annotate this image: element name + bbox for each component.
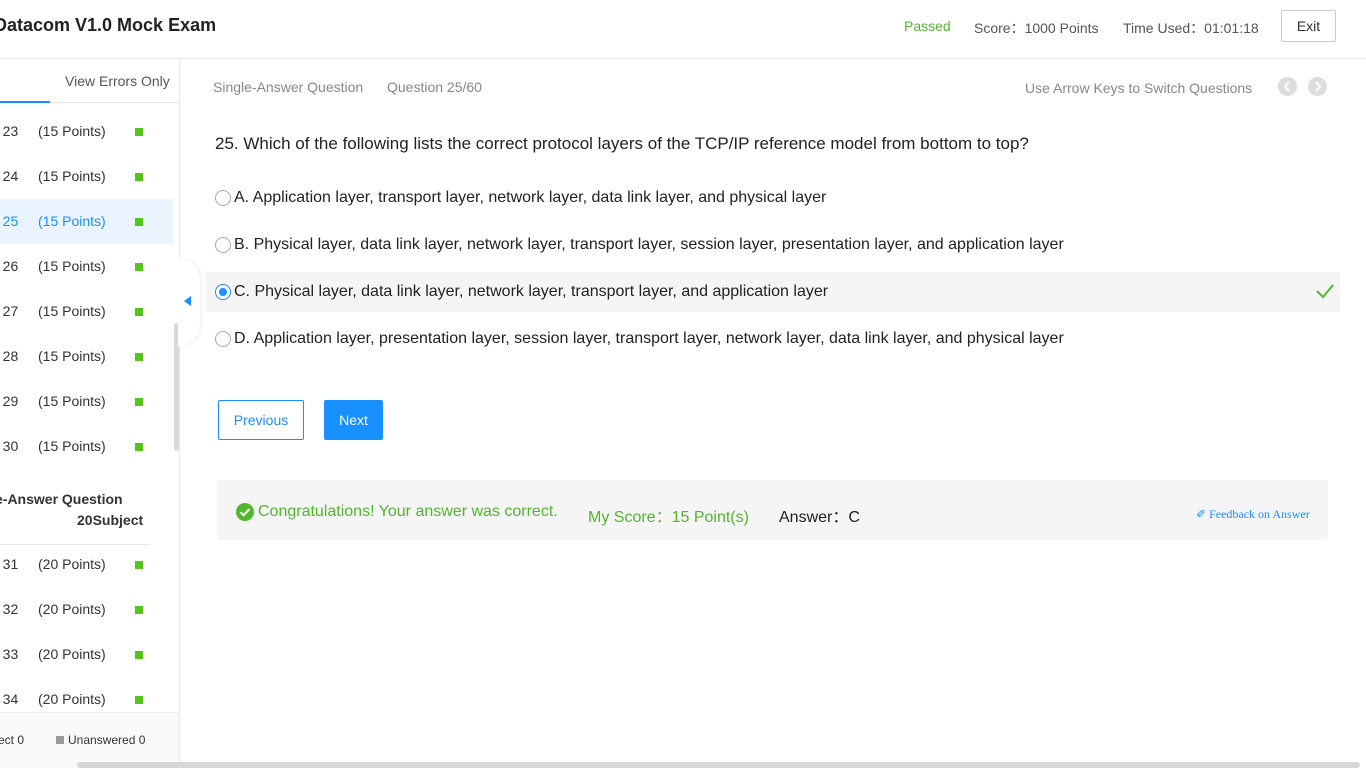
sidebar-footer: ect 0 Unanswered 0 bbox=[0, 712, 179, 768]
question-item-name: n 25 bbox=[0, 213, 19, 229]
answered-mark-icon bbox=[135, 398, 143, 406]
option-c[interactable]: C. Physical layer, data link layer, netw… bbox=[205, 272, 1340, 312]
question-type: Single-Answer Question bbox=[213, 79, 364, 95]
question-item-31[interactable]: n 31 (20 Points) bbox=[0, 542, 173, 587]
question-item-27[interactable]: n 27 (15 Points) bbox=[0, 289, 173, 334]
footer-unanswered-count: Unanswered 0 bbox=[68, 733, 146, 747]
question-progress: Question 25/60 bbox=[387, 79, 482, 95]
section-count: 20Subject bbox=[77, 512, 144, 528]
question-item-points: (15 Points) bbox=[38, 348, 106, 364]
sidebar-collapse-button[interactable] bbox=[178, 258, 200, 346]
question-item-33[interactable]: n 33 (20 Points) bbox=[0, 632, 173, 677]
feedback-label: Feedback on Answer bbox=[1209, 507, 1310, 521]
correct-check-icon bbox=[1315, 282, 1335, 305]
answered-mark-icon bbox=[135, 353, 143, 361]
check-circle-icon bbox=[236, 503, 254, 526]
question-item-points: (20 Points) bbox=[38, 646, 106, 662]
option-b[interactable]: B. Physical layer, data link layer, netw… bbox=[205, 225, 1340, 265]
top-bar: Datacom V1.0 Mock Exam Passed Score：1000… bbox=[0, 0, 1366, 59]
question-text: 25. Which of the following lists the cor… bbox=[215, 134, 1029, 153]
question-item-points: (20 Points) bbox=[38, 691, 106, 707]
sidebar-tabs: View Errors Only bbox=[0, 59, 179, 103]
answered-mark-icon bbox=[135, 443, 143, 451]
question-item-name: n 24 bbox=[0, 168, 19, 184]
question-item-28[interactable]: n 28 (15 Points) bbox=[0, 334, 173, 379]
question-item-29[interactable]: n 29 (15 Points) bbox=[0, 379, 173, 424]
option-d[interactable]: D. Application layer, presentation layer… bbox=[205, 319, 1340, 359]
question-item-name: n 23 bbox=[0, 123, 19, 139]
option-text: D. Application layer, presentation layer… bbox=[234, 330, 1064, 347]
question-item-name: n 34 bbox=[0, 691, 19, 707]
radio-button[interactable] bbox=[215, 190, 231, 206]
answered-mark-icon bbox=[135, 561, 143, 569]
unanswered-legend-icon bbox=[56, 736, 64, 744]
section-header: e-Answer Question 20Subject bbox=[0, 489, 150, 545]
question-item-points: (15 Points) bbox=[38, 393, 106, 409]
exam-status: Passed bbox=[904, 18, 951, 34]
answered-mark-icon bbox=[135, 651, 143, 659]
question-item-name: n 28 bbox=[0, 348, 19, 364]
question-item-name: n 27 bbox=[0, 303, 19, 319]
prev-question-arrow-icon[interactable] bbox=[1278, 77, 1297, 96]
question-list: n 23 (15 Points) n 24 (15 Points) n 25 (… bbox=[0, 109, 174, 469]
question-item-name: n 33 bbox=[0, 646, 19, 662]
correct-answer: Answer：C bbox=[779, 509, 860, 526]
question-item-25[interactable]: n 25 (15 Points) bbox=[0, 199, 173, 244]
tab-view-errors-only[interactable]: View Errors Only bbox=[65, 73, 170, 89]
answered-mark-icon bbox=[135, 606, 143, 614]
footer-unanswered: Unanswered 0 bbox=[56, 733, 145, 747]
answered-mark-icon bbox=[135, 263, 143, 271]
feedback-link[interactable]: ✐ Feedback on Answer bbox=[1196, 507, 1310, 522]
radio-button[interactable] bbox=[215, 284, 231, 300]
question-sidebar: View Errors Only n 23 (15 Points) n 24 (… bbox=[0, 59, 180, 768]
question-item-name: n 30 bbox=[0, 438, 19, 454]
exit-button[interactable]: Exit bbox=[1281, 10, 1336, 42]
result-message: Congratulations! Your answer was correct… bbox=[258, 503, 558, 520]
question-item-points: (20 Points) bbox=[38, 556, 106, 572]
radio-button[interactable] bbox=[215, 331, 231, 347]
question-item-23[interactable]: n 23 (15 Points) bbox=[0, 109, 173, 154]
question-item-points: (15 Points) bbox=[38, 438, 106, 454]
previous-button[interactable]: Previous bbox=[218, 400, 304, 440]
question-item-points: (15 Points) bbox=[38, 168, 106, 184]
question-item-name: n 31 bbox=[0, 556, 19, 572]
keyboard-hint: Use Arrow Keys to Switch Questions bbox=[1025, 80, 1253, 96]
time-used: Time Used：01:01:18 bbox=[1123, 20, 1259, 36]
section-title: e-Answer Question bbox=[0, 491, 123, 507]
footer-correct-count: ect 0 bbox=[0, 733, 25, 747]
question-item-name: n 29 bbox=[0, 393, 19, 409]
question-item-points: (15 Points) bbox=[38, 303, 106, 319]
answered-mark-icon bbox=[135, 128, 143, 136]
question-item-26[interactable]: n 26 (15 Points) bbox=[0, 244, 173, 289]
exam-title: Datacom V1.0 Mock Exam bbox=[0, 15, 217, 35]
question-item-points: (15 Points) bbox=[38, 258, 106, 274]
edit-icon: ✐ bbox=[1196, 507, 1207, 521]
next-question-arrow-icon[interactable] bbox=[1308, 77, 1327, 96]
option-text: A. Application layer, transport layer, n… bbox=[234, 189, 827, 206]
horizontal-scrollbar[interactable] bbox=[77, 762, 1360, 768]
question-item-name: n 32 bbox=[0, 601, 19, 617]
question-item-24[interactable]: n 24 (15 Points) bbox=[0, 154, 173, 199]
radio-button[interactable] bbox=[215, 237, 231, 253]
answered-mark-icon bbox=[135, 696, 143, 704]
exam-score: Score：1000 Points bbox=[974, 20, 1099, 36]
result-panel: Congratulations! Your answer was correct… bbox=[217, 480, 1328, 540]
question-item-30[interactable]: n 30 (15 Points) bbox=[0, 424, 173, 469]
question-item-points: (15 Points) bbox=[38, 123, 106, 139]
answered-mark-icon bbox=[135, 308, 143, 316]
option-text: B. Physical layer, data link layer, netw… bbox=[234, 236, 1064, 253]
my-score: My Score：15 Point(s) bbox=[588, 509, 749, 526]
answered-mark-icon bbox=[135, 173, 143, 181]
caret-left-icon bbox=[184, 296, 191, 306]
question-item-points: (20 Points) bbox=[38, 601, 106, 617]
tab-all[interactable] bbox=[0, 59, 50, 103]
question-item-points: (15 Points) bbox=[38, 213, 106, 229]
option-a[interactable]: A. Application layer, transport layer, n… bbox=[205, 178, 1340, 218]
option-text: C. Physical layer, data link layer, netw… bbox=[234, 283, 829, 300]
next-button[interactable]: Next bbox=[324, 400, 383, 440]
question-item-name: n 26 bbox=[0, 258, 19, 274]
question-item-32[interactable]: n 32 (20 Points) bbox=[0, 587, 173, 632]
answered-mark-icon bbox=[135, 218, 143, 226]
question-list-2: n 31 (20 Points) n 32 (20 Points) n 33 (… bbox=[0, 542, 174, 722]
